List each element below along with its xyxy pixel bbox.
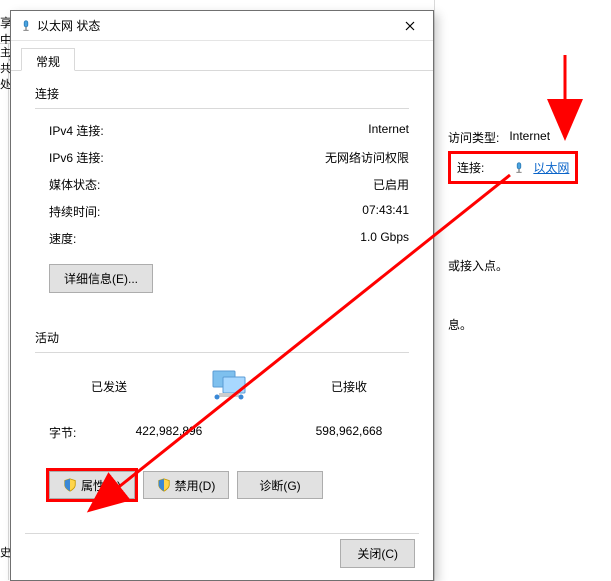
section-connection-title: 连接 [35, 85, 409, 102]
ipv4-value: Internet [368, 122, 409, 139]
left-strip-item: 主 [0, 44, 8, 60]
activity-icon [199, 367, 259, 406]
ethernet-link[interactable]: 以太网 [512, 159, 569, 176]
ipv6-value: 无网络访问权限 [325, 149, 409, 166]
section-activity-title: 活动 [35, 329, 409, 346]
shield-icon [63, 478, 77, 492]
bg-text-1: 或接入点。 [448, 257, 508, 274]
network-adapter-icon [19, 19, 33, 33]
shield-icon [157, 478, 171, 492]
speed-label: 速度: [49, 230, 76, 247]
divider [35, 108, 409, 109]
connection-link-highlight: 连接: 以太网 [448, 151, 578, 184]
dialog-title: 以太网 状态 [37, 17, 395, 34]
properties-button[interactable]: 属性(P) [49, 471, 135, 499]
details-button[interactable]: 详细信息(E)... [49, 264, 153, 293]
ipv4-label: IPv4 连接: [49, 122, 104, 139]
bg-text-2: 息。 [448, 316, 472, 333]
diagnose-button-label: 诊断(G) [259, 477, 300, 494]
tab-general[interactable]: 常规 [21, 48, 75, 71]
ethernet-link-text: 以太网 [533, 159, 569, 176]
duration-label: 持续时间: [49, 203, 100, 220]
recv-label: 已接收 [289, 378, 409, 395]
left-nav-strip: 主 共 处 史 [0, 44, 9, 580]
bytes-recv-value: 598,962,668 [289, 424, 409, 441]
background-right-pane [434, 0, 611, 581]
divider [25, 533, 419, 534]
close-button[interactable] [395, 15, 425, 37]
bytes-sent-value: 422,982,896 [109, 424, 229, 441]
dialog-titlebar: 以太网 状态 [11, 11, 433, 41]
bytes-label: 字节: [49, 424, 89, 441]
sent-label: 已发送 [49, 378, 169, 395]
left-strip-item: 处 [0, 76, 8, 92]
properties-button-label: 属性(P) [81, 477, 121, 494]
media-state-value: 已启用 [373, 176, 409, 193]
left-strip-item: 共 [0, 60, 8, 76]
tab-strip: 常规 [11, 41, 433, 71]
connection-label: 连接: [457, 159, 484, 176]
diagnose-button[interactable]: 诊断(G) [237, 471, 323, 499]
duration-value: 07:43:41 [362, 203, 409, 220]
access-type-value: Internet [509, 129, 550, 146]
access-type-label: 访问类型: [448, 129, 499, 146]
close-dialog-button[interactable]: 关闭(C) [340, 539, 415, 568]
divider [35, 352, 409, 353]
disable-button-label: 禁用(D) [175, 477, 216, 494]
close-icon [405, 21, 415, 31]
speed-value: 1.0 Gbps [360, 230, 409, 247]
disable-button[interactable]: 禁用(D) [143, 471, 229, 499]
network-adapter-icon [512, 161, 526, 175]
ipv6-label: IPv6 连接: [49, 149, 104, 166]
media-state-label: 媒体状态: [49, 176, 100, 193]
network-info-panel: 访问类型: Internet 连接: 以太网 [448, 126, 598, 184]
ethernet-status-dialog: 以太网 状态 常规 连接 IPv4 连接: Internet IPv6 连接: … [10, 10, 434, 581]
